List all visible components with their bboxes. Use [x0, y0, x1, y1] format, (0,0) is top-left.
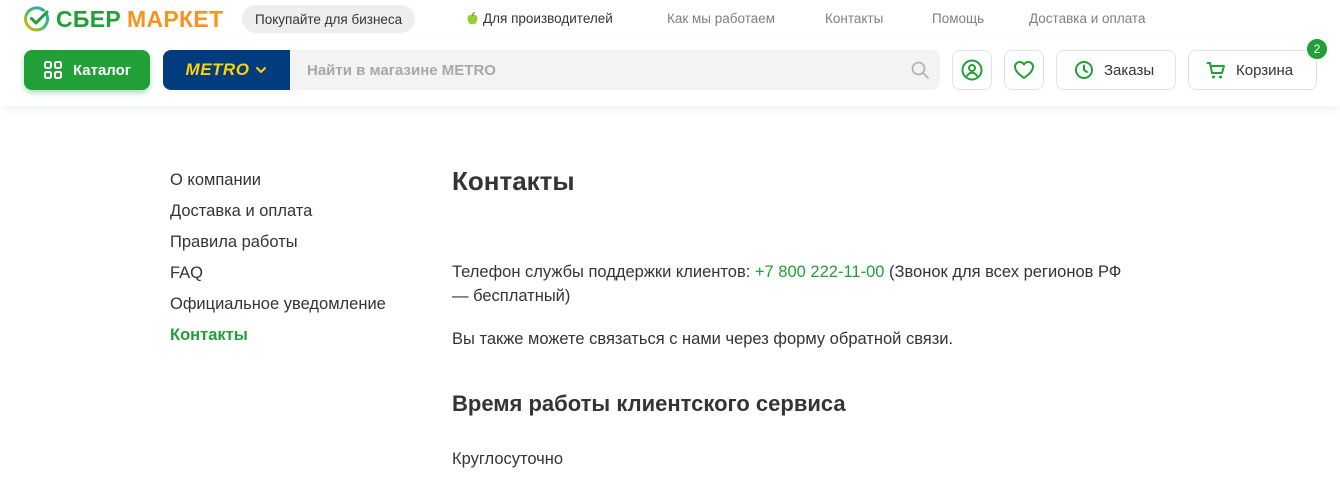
- info-sidebar: О компании Доставка и оплата Правила раб…: [170, 170, 430, 356]
- search-box: [290, 50, 940, 90]
- orders-button[interactable]: Заказы: [1056, 50, 1176, 90]
- heart-icon: [1014, 61, 1034, 79]
- sidebar-item-about[interactable]: О компании: [170, 170, 430, 201]
- toplink-delivery[interactable]: Доставка и оплата: [1029, 11, 1145, 26]
- catalog-button[interactable]: Каталог: [24, 50, 150, 90]
- cart-label: Корзина: [1236, 61, 1294, 79]
- sidebar-item-delivery[interactable]: Доставка и оплата: [170, 201, 430, 232]
- clock-icon: [1075, 61, 1093, 79]
- hours-title: Время работы клиентского сервиса: [452, 391, 846, 416]
- store-selector[interactable]: METRO: [163, 50, 290, 90]
- profile-button[interactable]: [952, 50, 992, 90]
- user-icon: [961, 59, 983, 81]
- store-name: METRO: [185, 60, 250, 79]
- cart-button[interactable]: Корзина: [1188, 50, 1317, 90]
- sidebar-item-faq[interactable]: FAQ: [170, 263, 430, 294]
- support-phone-link[interactable]: +7 800 222-11-00: [755, 263, 885, 281]
- toplink-producers-label: Для производителей: [483, 11, 613, 26]
- toplink-how-we-work[interactable]: Как мы работаем: [667, 11, 775, 26]
- toplink-producers[interactable]: Для производителей: [466, 11, 613, 26]
- orders-label: Заказы: [1104, 61, 1155, 79]
- cart-count-badge: 2: [1305, 37, 1329, 61]
- sidebar-item-notice[interactable]: Официальное уведомление: [170, 294, 430, 325]
- sidebar-item-rules[interactable]: Правила работы: [170, 232, 430, 263]
- grid-icon: [43, 61, 62, 79]
- sidebar-item-contacts[interactable]: Контакты: [170, 325, 430, 356]
- feedback-text: Вы также можете связаться с нами через ф…: [452, 330, 954, 348]
- support-phone-text: Телефон службы поддержки клиентов: +7 80…: [452, 260, 1132, 308]
- cart-icon: [1206, 62, 1225, 79]
- toplink-contacts[interactable]: Контакты: [825, 11, 883, 26]
- search-icon[interactable]: [910, 60, 930, 80]
- favorites-button[interactable]: [1004, 50, 1044, 90]
- top-bar: СБЕР МАРКЕТ Покупайте для бизнеса Для про…: [0, 0, 1340, 40]
- apple-icon: [467, 12, 478, 25]
- top-links: Для производителей Как мы работаем Конта…: [0, 11, 1340, 29]
- support-prefix: Телефон службы поддержки клиентов:: [452, 263, 755, 281]
- page-title: Контакты: [452, 166, 575, 196]
- chevron-down-icon: [256, 67, 267, 73]
- hours-value: Круглосуточно: [452, 450, 564, 468]
- catalog-label: Каталог: [72, 61, 132, 79]
- header: Каталог METRO Заказы: [0, 37, 1340, 106]
- search-input[interactable]: [290, 50, 940, 90]
- toplink-help[interactable]: Помощь: [932, 11, 984, 26]
